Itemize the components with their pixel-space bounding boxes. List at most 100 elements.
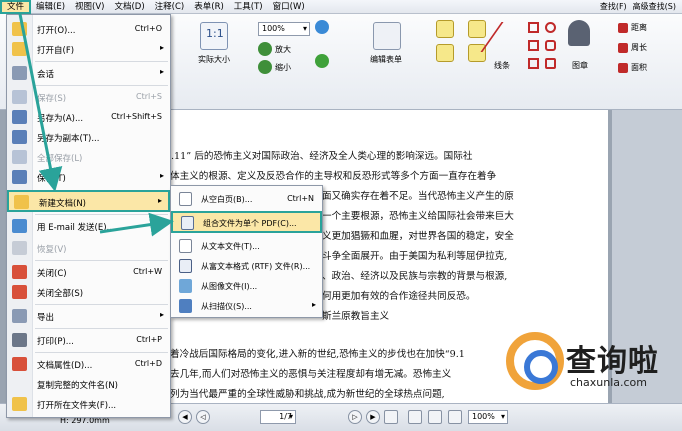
menu-item-export[interactable]: 导出 ▸ <box>7 306 170 326</box>
menu-item-open-folder[interactable]: 打开所在文件夹(F)... <box>7 394 170 414</box>
menu-item-label: 新建文档(N) <box>39 199 86 209</box>
submenu-item-scanner[interactable]: 从扫描仪(S)... ▸ <box>171 296 322 316</box>
text-box-icon[interactable] <box>436 44 454 62</box>
single-page-icon[interactable] <box>384 410 398 424</box>
submenu-item-label: 从空白页(B)... <box>201 195 253 204</box>
callout-icon[interactable] <box>468 20 486 38</box>
menu-separator <box>35 61 168 62</box>
last-page-button[interactable]: ▶ <box>366 410 380 424</box>
polygon-icon[interactable] <box>528 40 539 51</box>
edit-form-icon[interactable] <box>373 22 401 50</box>
session-icon <box>12 66 27 80</box>
menu-separator <box>35 214 168 215</box>
menu-item-close-all[interactable]: 关闭全部(S) <box>7 282 170 302</box>
menu-window[interactable]: 窗口(W) <box>268 0 310 14</box>
watermark-title: 查询啦 <box>566 344 659 379</box>
image-file-icon <box>179 279 192 293</box>
menu-tools[interactable]: 工具(T) <box>229 0 268 14</box>
zoom-out-button[interactable]: 缩小 <box>258 60 291 74</box>
perimeter-icon <box>618 42 628 53</box>
menu-view[interactable]: 视图(V) <box>70 0 109 14</box>
zoom-in-button[interactable]: 放大 <box>258 42 291 56</box>
menu-separator <box>35 304 168 305</box>
rotate-icon[interactable] <box>315 20 329 34</box>
doc-line: 斯兰原教旨主义 <box>322 311 390 322</box>
menu-item-shortcut: Ctrl+P <box>136 335 162 344</box>
perimeter-button[interactable]: 周长 <box>618 42 647 53</box>
submenu-item-label: 从扫描仪(S)... <box>201 302 252 311</box>
menu-document[interactable]: 文档(D) <box>109 0 149 14</box>
menu-file[interactable]: 文件 <box>0 0 32 14</box>
submenu-item-image-file[interactable]: 从图像文件(I)... <box>171 276 322 296</box>
save-icon <box>12 90 27 104</box>
find-button[interactable]: 查找(F) <box>600 1 627 12</box>
revert-icon <box>12 241 27 255</box>
menu-item-email[interactable]: 用 E-mail 发送(E)... ▸ <box>7 216 170 236</box>
menu-item-open-from[interactable]: 打开自(F) ▸ <box>7 39 170 59</box>
lines-label: 线条 <box>494 61 510 70</box>
menu-item-copy-filename[interactable]: 复制完整的文件名(N) <box>7 374 170 394</box>
menu-item-save[interactable]: 保存(S) Ctrl+S <box>7 87 170 107</box>
actual-size-icon[interactable]: 1:1 <box>200 22 228 50</box>
menu-item-label: 全部保存(L) <box>37 154 83 164</box>
submenu-item-text-file[interactable]: 从文本文件(T)... <box>171 236 322 256</box>
doc-line: 去几年,而人们对恐怖主义的恶惧与关注程度却有增无减。恐怖主义 <box>170 369 452 380</box>
submenu-item-label: 组合文件为单个 PDF(C)... <box>203 219 297 228</box>
continuous-page-icon[interactable] <box>408 410 422 424</box>
stamp-icon[interactable] <box>568 20 590 46</box>
advanced-find-button[interactable]: 高级查找(S) <box>633 1 676 12</box>
menu-item-close[interactable]: 关闭(C) Ctrl+W <box>7 262 170 282</box>
first-page-button[interactable]: ◀ <box>178 410 192 424</box>
doc-line: 何用更加有效的合作途径共同反恐。 <box>322 291 476 302</box>
submenu-item-shortcut: Ctrl+N <box>287 194 314 203</box>
menu-item-label: 关闭(C) <box>37 269 67 279</box>
continuous-facing-icon[interactable] <box>448 410 462 424</box>
menu-item-open[interactable]: 打开(O)... Ctrl+O <box>7 19 170 39</box>
menu-item-session[interactable]: 会话 ▸ <box>7 63 170 83</box>
page-number-input[interactable]: 1/7 <box>260 410 296 424</box>
menu-item-revert[interactable]: 恢复(V) <box>7 238 170 258</box>
menu-item-save-copy[interactable]: 另存为副本(T)... <box>7 127 170 147</box>
menu-edit[interactable]: 编辑(E) <box>31 0 70 14</box>
printer-icon <box>12 333 27 347</box>
menu-item-save-as[interactable]: 另存为(A)... Ctrl+Shift+S <box>7 107 170 127</box>
distance-icon <box>618 22 628 33</box>
zoom-combo[interactable]: 100% <box>258 22 310 36</box>
text-tool-icon[interactable] <box>436 20 454 38</box>
rectangle-icon[interactable] <box>528 22 539 33</box>
menu-item-shortcut: Ctrl+Shift+S <box>111 112 162 121</box>
submenu-item-rtf-file[interactable]: 从富文本格式 (RTF) 文件(R)... <box>171 256 322 276</box>
menu-comment[interactable]: 注释(C) <box>150 0 190 14</box>
menu-item-save-all[interactable]: 全部保存(L) <box>7 147 170 167</box>
area-button[interactable]: 面积 <box>618 62 647 73</box>
freeform-icon[interactable] <box>545 58 556 69</box>
folder-open-icon <box>12 22 27 36</box>
distance-label: 距离 <box>631 23 647 32</box>
statusbar-zoom-combo[interactable]: 100% <box>468 410 508 424</box>
submenu-arrow-icon: ▸ <box>159 310 164 319</box>
polyline-icon[interactable] <box>528 58 539 69</box>
doc-line: 、政治、经济以及民族与宗教的背景与根源, <box>322 271 508 282</box>
menu-item-properties[interactable]: 文档属性(D)... Ctrl+D <box>7 354 170 374</box>
submenu-item-combine-pdf[interactable]: 组合文件为单个 PDF(C)... <box>171 211 322 233</box>
prev-page-button[interactable]: ◁ <box>196 410 210 424</box>
menu-form[interactable]: 表单(R) <box>189 0 229 14</box>
distance-button[interactable]: 距离 <box>618 22 647 33</box>
save-as-icon <box>12 110 27 124</box>
email-icon <box>12 219 27 233</box>
menubar: 文件 编辑(E) 视图(V) 文档(D) 注释(C) 表单(R) 工具(T) 窗… <box>0 0 682 14</box>
menu-item-print[interactable]: 打印(P)... Ctrl+P <box>7 330 170 350</box>
line-tool-icon[interactable] <box>480 22 530 52</box>
refresh-icon[interactable] <box>315 54 329 68</box>
menu-item-save-other[interactable]: 保存(T) ▸ <box>7 167 170 187</box>
cloud-icon[interactable] <box>545 40 556 51</box>
text-file-icon <box>179 239 192 253</box>
submenu-arrow-icon: ▸ <box>159 43 164 52</box>
doc-line: 面又确实存在着不足。当代恐怖主义产生的原 <box>322 191 514 202</box>
next-page-button[interactable]: ▷ <box>348 410 362 424</box>
submenu-item-blank-page[interactable]: 从空白页(B)... Ctrl+N <box>171 189 322 209</box>
facing-page-icon[interactable] <box>428 410 442 424</box>
ellipse-icon[interactable] <box>545 22 556 33</box>
scanner-icon <box>179 299 192 313</box>
menu-item-new-document[interactable]: 新建文档(N) ▸ <box>7 190 170 212</box>
